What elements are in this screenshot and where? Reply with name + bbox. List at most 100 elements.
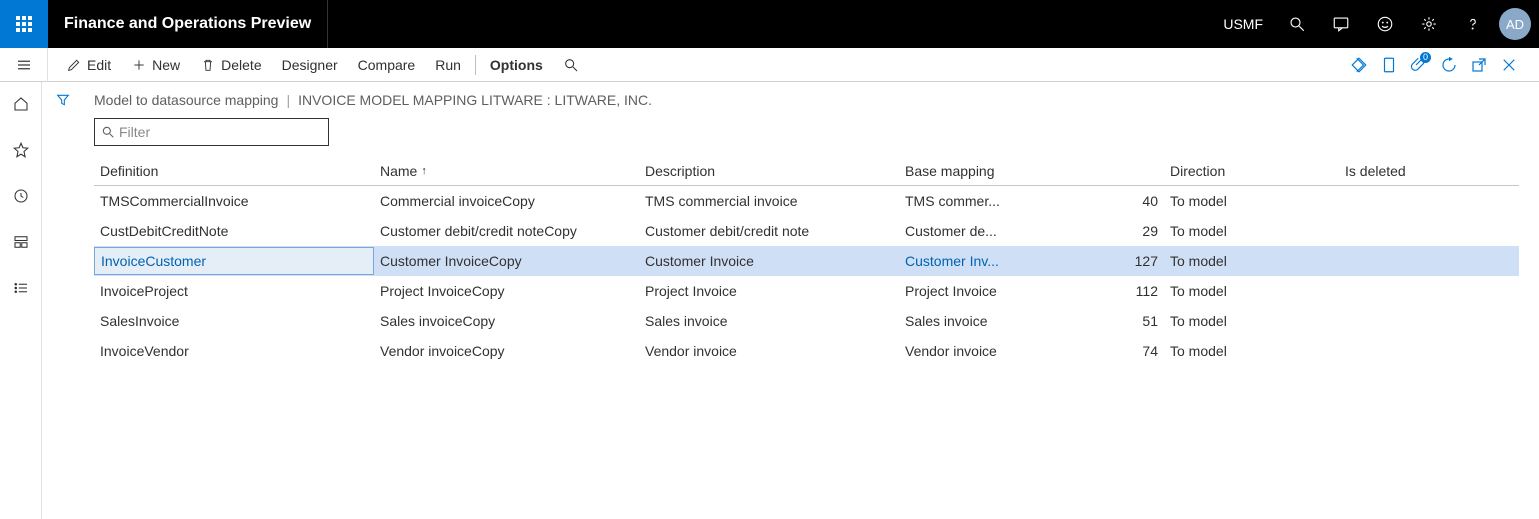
search-icon [101, 125, 115, 139]
cell: To model [1164, 223, 1339, 239]
filter-box[interactable] [94, 118, 329, 146]
list-icon [12, 279, 30, 297]
cell: Commercial invoiceCopy [374, 193, 639, 209]
col-name[interactable]: Name ↑ [374, 163, 639, 179]
col-base-mapping[interactable]: Base mapping [899, 163, 1099, 179]
search-button[interactable] [1275, 0, 1319, 48]
chat-icon [1332, 15, 1350, 33]
waffle-icon [16, 16, 32, 32]
table-row[interactable]: SalesInvoiceSales invoiceCopySales invoi… [94, 306, 1519, 336]
cell: 40 [1099, 193, 1164, 209]
edit-button[interactable]: Edit [56, 48, 121, 82]
popout-icon [1470, 56, 1488, 74]
trash-icon [200, 57, 216, 73]
cell: Vendor invoiceCopy [374, 343, 639, 359]
cell: Customer debit/credit note [639, 223, 899, 239]
new-button[interactable]: New [121, 48, 190, 82]
company-code[interactable]: USMF [1211, 16, 1275, 32]
table-row[interactable]: CustDebitCreditNoteCustomer debit/credit… [94, 216, 1519, 246]
close-button[interactable] [1495, 48, 1523, 82]
modules-nav[interactable] [9, 276, 33, 300]
cell: To model [1164, 253, 1339, 269]
col-description[interactable]: Description [639, 163, 899, 179]
cell: Customer Invoice [639, 253, 899, 269]
run-button[interactable]: Run [425, 48, 471, 82]
cell: TMS commercial invoice [639, 193, 899, 209]
breadcrumb: Model to datasource mapping | INVOICE MO… [94, 92, 1519, 108]
help-button[interactable] [1451, 0, 1495, 48]
cell: To model [1164, 283, 1339, 299]
cell: To model [1164, 313, 1339, 329]
home-nav[interactable] [9, 92, 33, 116]
sort-asc-icon: ↑ [421, 165, 427, 177]
refresh-button[interactable] [1435, 48, 1463, 82]
toolbar-search-button[interactable] [553, 48, 594, 82]
cell: SalesInvoice [94, 313, 374, 329]
settings-button[interactable] [1407, 0, 1451, 48]
cell: Customer debit/credit noteCopy [374, 223, 639, 239]
cell: CustDebitCreditNote [94, 223, 374, 239]
global-header: Finance and Operations Preview USMF AD [0, 0, 1539, 48]
options-button[interactable]: Options [480, 48, 553, 82]
close-icon [1500, 56, 1518, 74]
table-row[interactable]: InvoiceVendorVendor invoiceCopy Vendor in… [94, 336, 1519, 366]
recent-nav[interactable] [9, 184, 33, 208]
cell: TMS commer... [899, 193, 1099, 209]
options-label: Options [490, 57, 543, 73]
workspaces-nav[interactable] [9, 230, 33, 254]
question-icon [1464, 15, 1482, 33]
messages-button[interactable] [1319, 0, 1363, 48]
avatar[interactable]: AD [1499, 8, 1531, 40]
table-row[interactable]: InvoiceCustomerCustomer InvoiceCopyCusto… [94, 246, 1519, 276]
document-icon [1380, 56, 1398, 74]
cell: Customer InvoiceCopy [374, 253, 639, 269]
delete-button[interactable]: Delete [190, 48, 271, 82]
cell: Sales invoiceCopy [374, 313, 639, 329]
filter-input[interactable] [119, 124, 322, 140]
table-row[interactable]: InvoiceProjectProject InvoiceCopyProject… [94, 276, 1519, 306]
feedback-button[interactable] [1363, 0, 1407, 48]
body-row: Model to datasource mapping | INVOICE MO… [0, 82, 1539, 519]
delete-label: Delete [221, 57, 261, 73]
main-content: Model to datasource mapping | INVOICE MO… [84, 82, 1539, 519]
cell: Customer de... [899, 223, 1099, 239]
edit-label: Edit [87, 57, 111, 73]
cell: Vendor invoice [899, 343, 1099, 359]
cell: To model [1164, 343, 1339, 359]
favorites-nav[interactable] [9, 138, 33, 162]
data-grid: Definition Name ↑ Description Base mappi… [94, 156, 1519, 366]
attachments-badge: 0 [1420, 52, 1431, 63]
search-icon [563, 57, 579, 73]
cell: 112 [1099, 283, 1164, 299]
compare-button[interactable]: Compare [348, 48, 426, 82]
filter-pane-toggle[interactable] [42, 82, 84, 519]
col-direction[interactable]: Direction [1164, 163, 1339, 179]
search-icon [1288, 15, 1306, 33]
gear-icon [1420, 15, 1438, 33]
open-office-button[interactable] [1375, 48, 1403, 82]
funnel-icon [55, 92, 71, 108]
new-label: New [152, 57, 180, 73]
compare-label: Compare [358, 57, 416, 73]
cell: InvoiceProject [94, 283, 374, 299]
table-row[interactable]: TMSCommercialInvoiceCommercial invoiceCo… [94, 186, 1519, 216]
refresh-icon [1440, 56, 1458, 74]
cell: Project Invoice [899, 283, 1099, 299]
topbar-right: USMF AD [1211, 0, 1539, 48]
grid-header: Definition Name ↑ Description Base mappi… [94, 156, 1519, 186]
cell: Sales invoice [639, 313, 899, 329]
attachments-button[interactable]: 0 [1405, 48, 1433, 82]
related-info-button[interactable] [1345, 48, 1373, 82]
cell: InvoiceVendor [94, 343, 374, 359]
cell: 51 [1099, 313, 1164, 329]
designer-button[interactable]: Designer [272, 48, 348, 82]
app-launcher-button[interactable] [0, 0, 48, 48]
col-definition[interactable]: Definition [94, 163, 374, 179]
toolbar-right-actions: 0 [1345, 48, 1531, 82]
nav-toggle-button[interactable] [0, 48, 48, 82]
col-is-deleted[interactable]: Is deleted [1339, 163, 1519, 179]
col-name-label: Name [380, 163, 417, 179]
popout-button[interactable] [1465, 48, 1493, 82]
cell: To model [1164, 193, 1339, 209]
cell: TMSCommercialInvoice [94, 193, 374, 209]
